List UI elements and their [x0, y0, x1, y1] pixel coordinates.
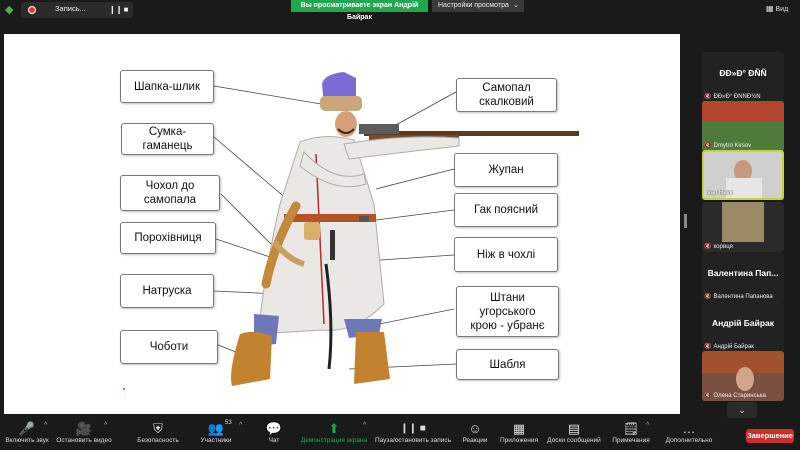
shield-check-icon[interactable]: ◆ — [5, 3, 17, 17]
participant-name: 🔇 Олена Старинська — [704, 393, 766, 399]
label-pouch: Сумка- гаманець — [121, 123, 214, 155]
label-belt-hook: Гак поясний — [454, 193, 558, 227]
meeting-toolbar: 🎤 Включить звук ^ 🎥 Остановить видео ^ ⛨… — [0, 418, 800, 450]
recording-indicator: Запись... ❙❙ ■ — [21, 2, 133, 18]
chat-button[interactable]: 💬 Чат — [262, 421, 286, 449]
stop-icon[interactable]: ■ — [121, 5, 131, 15]
pouch — [304, 222, 320, 240]
grid-icon: ▦ — [766, 4, 774, 13]
pause-stop-recording-button[interactable]: ❙❙ ■ Пауза/остановить запись — [374, 421, 452, 449]
share-banner: Вы просматриваете экран Андрій Байрак — [291, 0, 428, 21]
participant-big-name: Андрій Байрак — [711, 318, 775, 328]
boot-right — [354, 332, 390, 384]
label-boots: Чоботи — [120, 330, 218, 364]
participant-tile[interactable]: 🔇 кориця — [702, 202, 784, 252]
notes-button[interactable]: 🗒 Примечания — [612, 421, 650, 449]
apps-button[interactable]: ▦ Приложения — [500, 421, 538, 449]
chevron-down-icon: ⌄ — [513, 2, 519, 9]
label-musket: Самопал скалковий — [456, 78, 557, 112]
participant-tile[interactable]: Валентина Пап... 🔇 Валентина Папанова — [702, 252, 784, 302]
notes-icon: 🗒 — [622, 421, 640, 436]
participant-tile-video[interactable]: 🔇 Олена Старинська — [702, 351, 784, 401]
video-options-caret-icon[interactable]: ^ — [104, 422, 107, 429]
pause-icon[interactable]: ❙❙ — [109, 5, 122, 15]
view-settings-label: Настройки просмотра — [438, 2, 509, 9]
share-screen-icon: ⬆ — [328, 421, 340, 436]
whiteboard-icon: ▤ — [567, 421, 581, 436]
label-powder-horn: Порохівниця — [120, 222, 216, 254]
boot-left — [231, 331, 272, 386]
record-dot-icon — [28, 6, 36, 14]
chat-bubble-icon: 💬 — [265, 421, 283, 436]
label-primer-flask: Натруска — [120, 274, 214, 308]
share-options-caret-icon[interactable]: ^ — [363, 422, 366, 429]
label-hat: Шапка-шлик — [120, 70, 214, 103]
view-button-label: Вид — [775, 6, 789, 13]
video-feed — [722, 202, 764, 242]
participant-tile[interactable]: ÐÐ»Ð° ÐÑÑ 🔇 ÐÐ»Ð° ÐÑÑÐ½Ñ — [702, 52, 784, 102]
end-meeting-button[interactable]: Завершение — [746, 429, 794, 443]
participant-name: Ivan Revin — [706, 190, 735, 196]
more-button[interactable]: … Дополнительно — [660, 421, 718, 449]
reactions-button[interactable]: ☺ Реакции — [460, 421, 490, 449]
shared-screen-slide: Шапка-шлик Сумка- гаманець Чохол до само… — [4, 34, 680, 414]
label-knife: Ніж в чохлі — [454, 237, 558, 272]
participant-name: 🔇 кориця — [704, 244, 733, 250]
view-button[interactable]: ▦ Вид — [766, 4, 798, 16]
mic-muted-icon: 🔇 — [704, 344, 712, 350]
participant-big-name: ÐÐ»Ð° ÐÑÑ — [719, 68, 767, 78]
participant-name: 🔇 Валентина Папанова — [704, 294, 773, 300]
view-settings-dropdown[interactable]: Настройки просмотра ⌄ — [432, 0, 524, 12]
mic-muted-icon: 🔇 — [704, 94, 712, 100]
mic-muted-icon: 🔇 — [704, 143, 712, 149]
apps-grid-icon: ▦ — [512, 421, 526, 436]
mic-muted-icon: 🔇 — [704, 244, 712, 250]
security-shield-icon: ⛨ — [153, 421, 163, 436]
smiley-plus-icon: ☺ — [468, 421, 482, 436]
participants-options-caret-icon[interactable]: ^ — [239, 422, 242, 429]
pause-stop-icon: ❙❙ ■ — [400, 423, 426, 434]
cossack-illustration — [123, 72, 579, 390]
participant-name: 🔇 ÐÐ»Ð° ÐÑÑÐ½Ñ — [704, 94, 761, 100]
participant-tile-video[interactable]: 🔇 Dmytro Kirsov — [702, 101, 784, 151]
whiteboards-button[interactable]: ▤ Доски сообщений — [546, 421, 602, 449]
participant-name: 🔇 Андрій Байрак — [704, 344, 754, 350]
label-zhupan: Жупан — [454, 153, 558, 187]
participant-tile[interactable]: Андрій Байрак 🔇 Андрій Байрак — [702, 302, 784, 352]
recording-label: Запись... — [55, 4, 86, 13]
label-saber: Шабля — [456, 349, 559, 380]
scroll-down-chevron-icon[interactable]: ⌄ — [727, 402, 757, 418]
mic-muted-icon: 🔇 — [704, 294, 712, 300]
top-bar: ◆ Запись... ❙❙ ■ Вы просматриваете экран… — [0, 0, 800, 21]
notes-options-caret-icon[interactable]: ^ — [646, 422, 649, 429]
participants-count: 53 — [225, 420, 232, 426]
video-background — [702, 101, 784, 121]
mic-muted-icon: 🔇 — [704, 393, 712, 399]
label-trousers: Штани угорського крою - убранє — [456, 286, 559, 337]
share-screen-button[interactable]: ⬆ Демонстрация экрана — [300, 421, 368, 449]
participant-tile-active-speaker[interactable]: Ivan Revin — [702, 150, 784, 200]
label-musket-case: Чохол до самопала — [120, 175, 220, 211]
participant-name: 🔇 Dmytro Kirsov — [704, 143, 752, 149]
mic-options-caret-icon[interactable]: ^ — [44, 422, 47, 429]
participant-big-name: Валентина Пап... — [707, 268, 779, 278]
zoom-meeting-window: ◆ Запись... ❙❙ ■ Вы просматриваете экран… — [0, 0, 800, 450]
panel-resize-handle[interactable] — [684, 214, 687, 228]
security-button[interactable]: ⛨ Безопасность — [136, 421, 180, 449]
more-dots-icon: … — [682, 421, 696, 436]
hat-fur — [320, 96, 362, 111]
